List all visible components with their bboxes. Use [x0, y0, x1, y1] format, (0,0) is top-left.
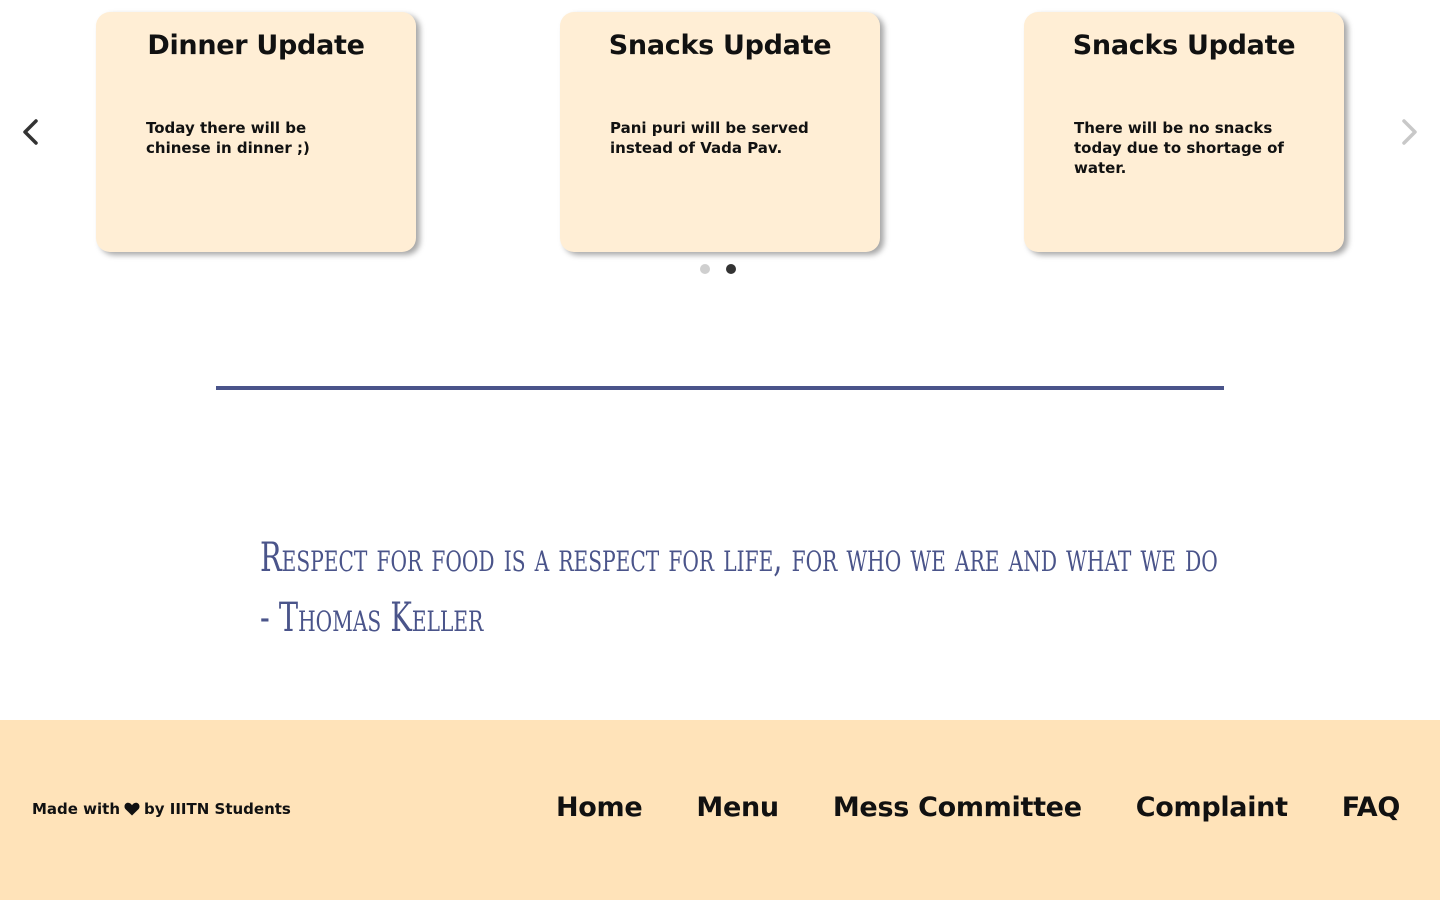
credit-suffix: by IIITN Students: [144, 800, 291, 818]
footer-link-mess-committee[interactable]: Mess Committee: [833, 792, 1082, 823]
card-title: Snacks Update: [608, 30, 832, 61]
footer-link-complaint[interactable]: Complaint: [1136, 792, 1288, 823]
carousel-pagination: [700, 264, 736, 274]
quote: Respect for food is a respect for life, …: [260, 528, 1220, 648]
credit-prefix: Made with: [32, 800, 121, 818]
updates-carousel: Dinner Update Today there will be chines…: [0, 0, 1440, 290]
card-body: Today there will be chinese in dinner ;): [146, 119, 310, 157]
carousel-next-button[interactable]: [1390, 112, 1430, 152]
carousel-prev-button[interactable]: [10, 112, 50, 152]
section-divider: [216, 386, 1224, 390]
card-title: Dinner Update: [147, 30, 365, 61]
carousel-dot-1[interactable]: [700, 264, 710, 274]
carousel-dot-2[interactable]: [726, 264, 736, 274]
quote-author: - Thomas Keller: [260, 595, 484, 641]
footer-link-faq[interactable]: FAQ: [1342, 792, 1401, 823]
update-card: Snacks Update Pani puri will be served i…: [560, 12, 880, 252]
quote-text: Respect for food is a respect for life, …: [260, 535, 1218, 581]
footer-nav: Home Menu Mess Committee Complaint FAQ: [556, 792, 1400, 823]
page: Dinner Update Today there will be chines…: [0, 0, 1440, 900]
footer-credit: Made with by IIITN Students: [32, 800, 291, 818]
card-body: There will be no snacks today due to sho…: [1074, 119, 1284, 177]
footer-link-menu[interactable]: Menu: [696, 792, 779, 823]
update-card: Dinner Update Today there will be chines…: [96, 12, 416, 252]
card-title: Snacks Update: [1072, 30, 1296, 61]
heart-icon: [123, 801, 141, 817]
card-body: Pani puri will be served instead of Vada…: [610, 119, 809, 157]
chevron-right-icon: [1402, 119, 1417, 145]
footer-link-home[interactable]: Home: [556, 792, 643, 823]
chevron-left-icon: [23, 119, 38, 145]
update-card: Snacks Update There will be no snacks to…: [1024, 12, 1344, 252]
